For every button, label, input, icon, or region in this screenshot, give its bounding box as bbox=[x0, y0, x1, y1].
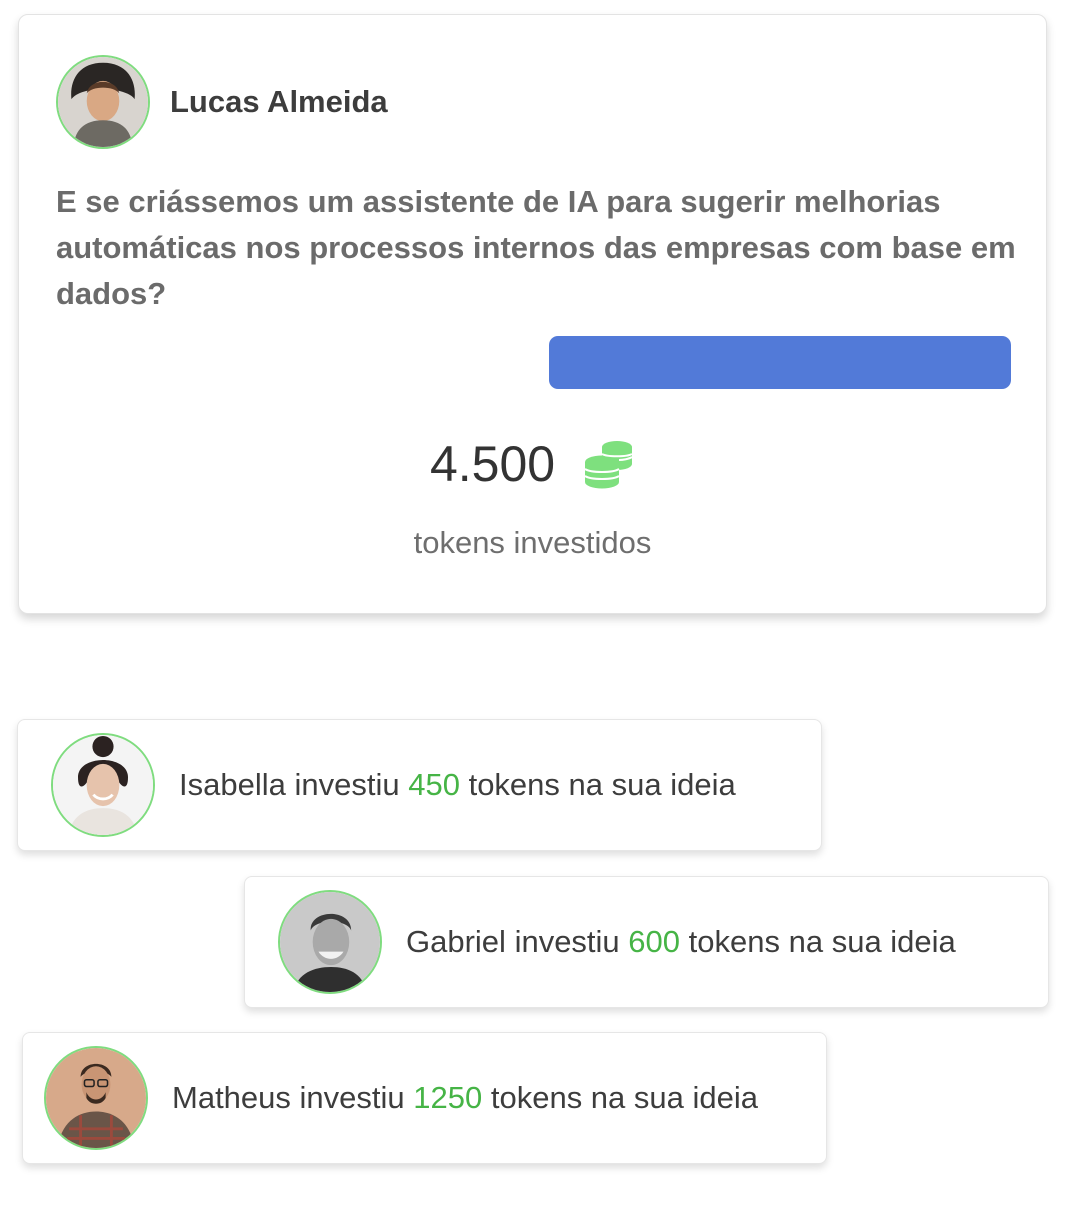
token-amount: 450 bbox=[408, 767, 460, 802]
avatar-gabriel bbox=[278, 890, 382, 994]
page: Lucas Almeida E se criássemos um assiste… bbox=[0, 0, 1080, 1205]
investment-notification[interactable]: Isabella investiu 450 tokens na sua idei… bbox=[17, 719, 822, 851]
total-tokens-row: 4.500 bbox=[19, 435, 1046, 493]
notification-text: Isabella investiu 450 tokens na sua idei… bbox=[179, 767, 736, 803]
investor-name: Gabriel bbox=[406, 924, 506, 959]
investor-name: Isabella bbox=[179, 767, 286, 802]
investment-notification[interactable]: Gabriel investiu 600 tokens na sua ideia bbox=[244, 876, 1049, 1008]
notification-text: Gabriel investiu 600 tokens na sua ideia bbox=[406, 924, 956, 960]
notification-verb: investiu bbox=[294, 767, 400, 802]
token-amount: 1250 bbox=[413, 1080, 483, 1115]
invest-button[interactable] bbox=[549, 336, 1011, 389]
avatar-lucas[interactable] bbox=[56, 55, 150, 149]
investor-name: Matheus bbox=[172, 1080, 291, 1115]
avatar-matheus bbox=[44, 1046, 148, 1150]
idea-text: E se criássemos um assistente de IA para… bbox=[56, 184, 1016, 311]
notification-suffix: tokens na sua ideia bbox=[490, 1080, 758, 1115]
investment-notification[interactable]: Matheus investiu 1250 tokens na sua idei… bbox=[22, 1032, 827, 1164]
notification-verb: investiu bbox=[299, 1080, 405, 1115]
notification-suffix: tokens na sua ideia bbox=[688, 924, 956, 959]
total-tokens-label: tokens investidos bbox=[413, 525, 652, 560]
notification-suffix: tokens na sua ideia bbox=[468, 767, 736, 802]
idea-author: Lucas Almeida bbox=[56, 55, 388, 149]
idea-card: Lucas Almeida E se criássemos um assiste… bbox=[18, 14, 1047, 614]
notification-text: Matheus investiu 1250 tokens na sua idei… bbox=[172, 1080, 758, 1116]
avatar-isabella bbox=[51, 733, 155, 837]
coins-icon bbox=[584, 441, 633, 489]
token-amount: 600 bbox=[628, 924, 681, 959]
total-tokens-value: 4.500 bbox=[429, 436, 556, 492]
author-name: Lucas Almeida bbox=[170, 84, 388, 119]
notification-verb: investiu bbox=[514, 924, 620, 959]
